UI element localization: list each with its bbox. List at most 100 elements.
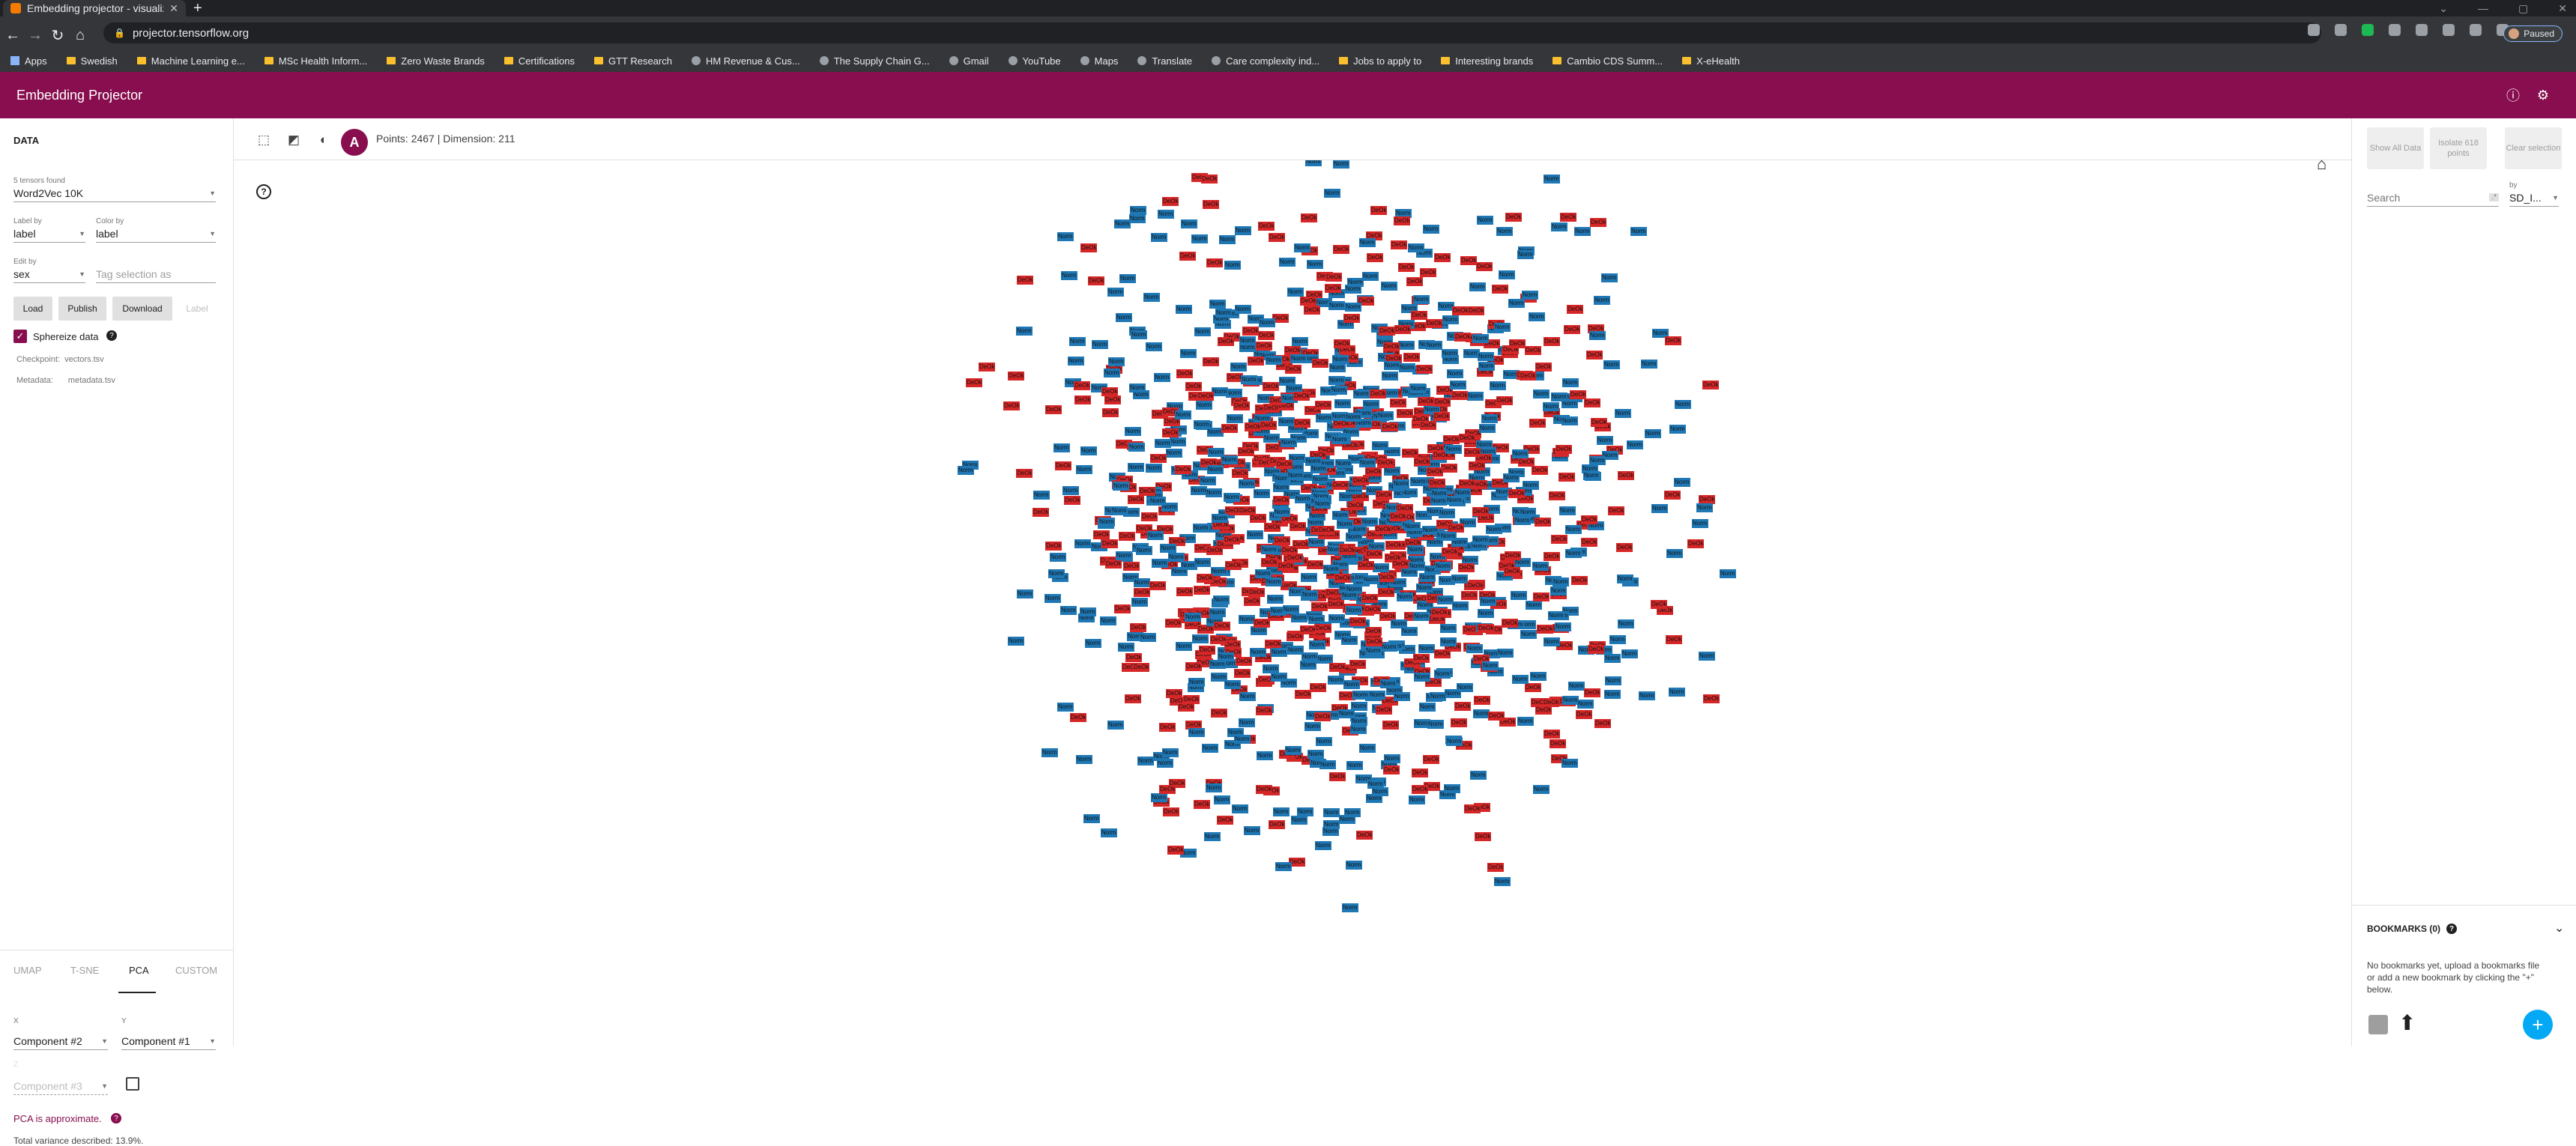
point-label-female[interactable]: DeOk bbox=[1254, 619, 1271, 628]
point-label-female[interactable]: DeOk bbox=[1349, 617, 1367, 626]
point-label-female[interactable]: DeOk bbox=[1591, 418, 1608, 427]
point-label-male[interactable]: Norm bbox=[1239, 718, 1255, 727]
point-label-male[interactable]: Norm bbox=[1394, 692, 1410, 701]
point-label-male[interactable]: Norm bbox=[1235, 305, 1251, 314]
point-label-female[interactable]: DeOk bbox=[1162, 428, 1179, 437]
point-label-male[interactable]: Norm bbox=[1481, 414, 1498, 423]
point-label-male[interactable]: Norm bbox=[1219, 235, 1236, 244]
point-label-male[interactable]: Norm bbox=[1305, 160, 1322, 166]
point-label-male[interactable]: Norm bbox=[1342, 903, 1358, 912]
point-label-male[interactable]: Norm bbox=[1720, 569, 1736, 578]
point-label-female[interactable]: DeOk bbox=[1475, 832, 1492, 841]
point-label-female[interactable]: DeOk bbox=[1365, 627, 1382, 636]
star-icon[interactable] bbox=[2335, 24, 2347, 36]
point-label-male[interactable]: Norm bbox=[1341, 591, 1358, 600]
chevron-down-icon[interactable]: ⌄ bbox=[2439, 2, 2448, 15]
point-label-female[interactable]: DeOk bbox=[1358, 561, 1375, 570]
point-label-female[interactable]: DeOk bbox=[1045, 542, 1062, 551]
point-label-male[interactable]: Norm bbox=[1143, 293, 1160, 302]
extension-icon[interactable] bbox=[2389, 24, 2401, 36]
point-label-male[interactable]: Norm bbox=[1630, 227, 1647, 236]
point-label-male[interactable]: Norm bbox=[1323, 808, 1340, 817]
point-label-female[interactable]: DeOk bbox=[1333, 245, 1350, 254]
point-label-male[interactable]: Norm bbox=[1551, 392, 1567, 401]
point-label-male[interactable]: Norm bbox=[1452, 601, 1469, 610]
bookmark-item[interactable]: Care complexity ind... bbox=[1212, 55, 1319, 67]
close-window-icon[interactable]: ✕ bbox=[2558, 2, 2567, 15]
point-label-male[interactable]: Norm bbox=[1100, 616, 1116, 625]
point-label-male[interactable]: Norm bbox=[1477, 216, 1493, 225]
point-label-male[interactable]: Norm bbox=[1511, 591, 1527, 600]
point-label-female[interactable]: DeOk bbox=[1281, 546, 1298, 555]
point-label-male[interactable]: Norm bbox=[1194, 420, 1210, 429]
point-label-male[interactable]: Norm bbox=[1048, 569, 1065, 578]
point-label-female[interactable]: DeOk bbox=[1178, 703, 1195, 712]
point-label-female[interactable]: DeOk bbox=[966, 378, 983, 387]
point-label-male[interactable]: Norm bbox=[1118, 643, 1134, 652]
point-label-male[interactable]: Norm bbox=[1041, 748, 1058, 757]
point-label-male[interactable]: Norm bbox=[1561, 759, 1578, 768]
point-label-male[interactable]: Norm bbox=[1450, 381, 1466, 389]
point-label-male[interactable]: Norm bbox=[1639, 691, 1655, 700]
point-label-female[interactable]: DeOk bbox=[1454, 333, 1472, 342]
point-label-male[interactable]: Norm bbox=[1300, 661, 1316, 670]
point-label-male[interactable]: Norm bbox=[1239, 479, 1255, 488]
point-label-female[interactable]: DeOk bbox=[1460, 256, 1478, 265]
extension-icon[interactable] bbox=[2362, 24, 2374, 36]
point-label-female[interactable]: DeOk bbox=[1074, 395, 1092, 404]
point-label-female[interactable]: DeOk bbox=[1608, 506, 1625, 515]
tab-tsne[interactable]: T-SNE bbox=[70, 965, 99, 976]
bookmarks-help-icon[interactable]: ? bbox=[2446, 924, 2457, 934]
point-label-female[interactable]: DeOk bbox=[1003, 401, 1021, 410]
point-label-male[interactable]: Norm bbox=[1365, 646, 1382, 655]
point-label-female[interactable]: DeOk bbox=[1434, 649, 1451, 658]
point-label-male[interactable]: Norm bbox=[1209, 608, 1226, 617]
point-label-female[interactable]: DeOk bbox=[1159, 723, 1176, 732]
point-label-male[interactable]: Norm bbox=[1176, 305, 1192, 314]
point-label-male[interactable]: Norm bbox=[1494, 877, 1511, 886]
point-label-male[interactable]: Norm bbox=[1128, 443, 1145, 452]
point-label-male[interactable]: Norm bbox=[1137, 757, 1154, 765]
point-label-male[interactable]: Norm bbox=[1372, 787, 1388, 796]
point-label-male[interactable]: Norm bbox=[1423, 225, 1439, 234]
point-label-male[interactable]: Norm bbox=[1176, 642, 1192, 651]
point-label-male[interactable]: Norm bbox=[1191, 486, 1207, 495]
point-label-male[interactable]: Norm bbox=[1332, 511, 1349, 520]
point-label-male[interactable]: Norm bbox=[1080, 446, 1097, 455]
point-label-male[interactable]: Norm bbox=[1166, 449, 1182, 458]
share-icon[interactable] bbox=[2308, 24, 2320, 36]
point-label-female[interactable]: DeOk bbox=[1224, 536, 1241, 545]
point-label-male[interactable]: Norm bbox=[1490, 381, 1506, 390]
point-label-male[interactable]: Norm bbox=[1292, 337, 1308, 346]
bookmark-item[interactable]: The Supply Chain G... bbox=[819, 55, 930, 67]
point-label-female[interactable]: DeOk bbox=[1429, 479, 1446, 488]
point-label-female[interactable]: DeOk bbox=[1248, 588, 1266, 597]
point-label-female[interactable]: DeOk bbox=[1329, 772, 1346, 781]
point-label-female[interactable]: DeOk bbox=[1544, 552, 1561, 561]
point-label-female[interactable]: DeOk bbox=[1492, 285, 1509, 294]
point-label-female[interactable]: DeOk bbox=[1315, 624, 1332, 633]
point-label-female[interactable]: DeOk bbox=[1045, 405, 1062, 414]
point-label-male[interactable]: Norm bbox=[1170, 437, 1186, 446]
point-label-female[interactable]: DeOk bbox=[1370, 206, 1388, 215]
point-label-male[interactable]: Norm bbox=[1204, 832, 1221, 841]
point-label-female[interactable]: DeOk bbox=[1332, 481, 1349, 490]
point-label-male[interactable]: Norm bbox=[1529, 312, 1545, 321]
point-label-male[interactable]: Norm bbox=[1384, 361, 1400, 370]
download-button[interactable]: Download bbox=[112, 297, 172, 321]
settings-icon[interactable]: ⚙ bbox=[2534, 86, 2552, 104]
point-label-male[interactable]: Norm bbox=[1562, 378, 1579, 387]
point-label-male[interactable]: Norm bbox=[1285, 746, 1301, 755]
point-label-male[interactable]: Norm bbox=[1266, 356, 1282, 365]
point-label-male[interactable]: Norm bbox=[1651, 504, 1668, 513]
edit-by-select[interactable]: sex ▼ bbox=[13, 265, 85, 283]
point-label-male[interactable]: Norm bbox=[1594, 296, 1610, 305]
point-label-male[interactable]: Norm bbox=[1617, 574, 1633, 583]
point-label-male[interactable]: Norm bbox=[1589, 456, 1606, 465]
point-label-female[interactable]: DeOk bbox=[1201, 175, 1218, 184]
point-label-male[interactable]: Norm bbox=[1597, 436, 1613, 445]
point-label-female[interactable]: DeOk bbox=[1366, 637, 1383, 646]
point-label-male[interactable]: Norm bbox=[1416, 583, 1433, 592]
point-label-female[interactable]: DeOk bbox=[1391, 240, 1408, 249]
point-label-female[interactable]: DeOk bbox=[1307, 560, 1324, 569]
